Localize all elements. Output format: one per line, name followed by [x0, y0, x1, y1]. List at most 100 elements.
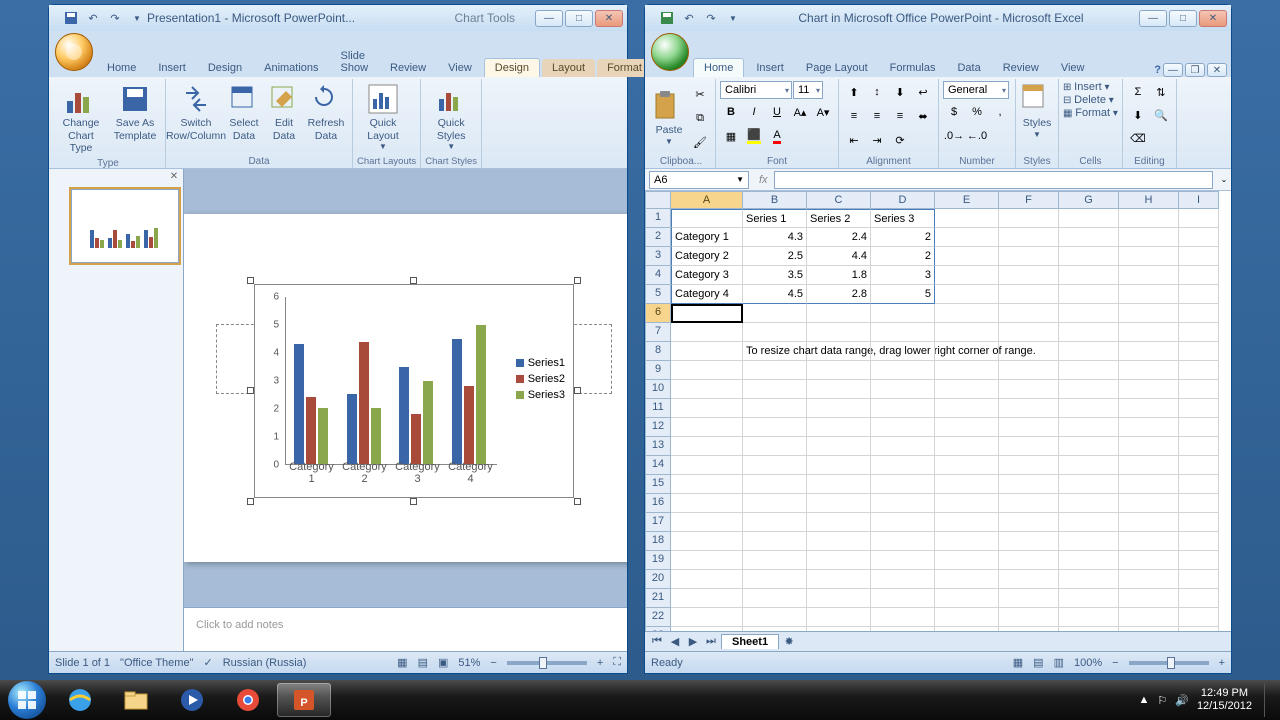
cell-H21[interactable] — [1119, 589, 1179, 608]
cell-G22[interactable] — [1059, 608, 1119, 627]
cell-D18[interactable] — [871, 532, 935, 551]
normal-view-icon[interactable]: ▦ — [1013, 656, 1023, 669]
cell-I12[interactable] — [1179, 418, 1219, 437]
slide-thumbnail-1[interactable] — [71, 189, 179, 263]
tab-home[interactable]: Home — [97, 59, 146, 77]
cell-G21[interactable] — [1059, 589, 1119, 608]
minimize-button[interactable]: — — [535, 10, 563, 27]
formula-input[interactable] — [774, 171, 1213, 189]
zoom-slider[interactable] — [1129, 661, 1209, 665]
tab-design[interactable]: Design — [484, 58, 540, 77]
cell-B12[interactable] — [743, 418, 807, 437]
cell-H7[interactable] — [1119, 323, 1179, 342]
cell-I6[interactable] — [1179, 304, 1219, 323]
cell-B17[interactable] — [743, 513, 807, 532]
align-bottom-icon[interactable]: ⬇ — [889, 81, 911, 103]
cell-F2[interactable] — [999, 228, 1059, 247]
find-select-icon[interactable]: 🔍 — [1150, 104, 1172, 126]
cell-F19[interactable] — [999, 551, 1059, 570]
cell-H9[interactable] — [1119, 361, 1179, 380]
fit-to-window-icon[interactable]: ⛶ — [613, 656, 621, 669]
cell-G18[interactable] — [1059, 532, 1119, 551]
col-header-C[interactable]: C — [807, 191, 871, 209]
cell-C15[interactable] — [807, 475, 871, 494]
fill-color-icon[interactable]: ⬛ — [743, 125, 765, 147]
cell-H11[interactable] — [1119, 399, 1179, 418]
cell-E13[interactable] — [935, 437, 999, 456]
cell-G9[interactable] — [1059, 361, 1119, 380]
cell-C14[interactable] — [807, 456, 871, 475]
cell-A7[interactable] — [671, 323, 743, 342]
cell-D13[interactable] — [871, 437, 935, 456]
expand-formula-bar-icon[interactable]: ⌄ — [1217, 175, 1231, 184]
cell-G7[interactable] — [1059, 323, 1119, 342]
cell-B11[interactable] — [743, 399, 807, 418]
cell-H10[interactable] — [1119, 380, 1179, 399]
cell-A4[interactable]: Category 3 — [671, 266, 743, 285]
col-header-B[interactable]: B — [743, 191, 807, 209]
cell-H13[interactable] — [1119, 437, 1179, 456]
chart-object[interactable]: 0123456Series1Series2Series3Category 1Ca… — [254, 284, 574, 498]
font-name-combo[interactable]: Calibri — [720, 81, 792, 99]
cell-H22[interactable] — [1119, 608, 1179, 627]
cell-I16[interactable] — [1179, 494, 1219, 513]
cell-D12[interactable] — [871, 418, 935, 437]
cell-C20[interactable] — [807, 570, 871, 589]
row-header-21[interactable]: 21 — [645, 589, 671, 608]
cell-B20[interactable] — [743, 570, 807, 589]
cell-C19[interactable] — [807, 551, 871, 570]
cell-C17[interactable] — [807, 513, 871, 532]
cell-B22[interactable] — [743, 608, 807, 627]
cell-G8[interactable] — [1059, 342, 1119, 361]
underline-icon[interactable]: U — [766, 101, 788, 123]
action-center-icon[interactable]: ⚐ — [1157, 694, 1167, 707]
cell-B21[interactable] — [743, 589, 807, 608]
zoom-slider[interactable] — [507, 661, 587, 665]
cell-E15[interactable] — [935, 475, 999, 494]
status-language[interactable]: Russian (Russia) — [223, 657, 307, 669]
cell-B6[interactable] — [743, 304, 807, 323]
save-icon[interactable] — [61, 8, 81, 28]
sort-filter-icon[interactable]: ⇅ — [1150, 81, 1172, 103]
cell-C10[interactable] — [807, 380, 871, 399]
select-all-corner[interactable] — [645, 191, 671, 209]
workbook-restore-button[interactable]: ❐ — [1185, 63, 1205, 77]
cell-G15[interactable] — [1059, 475, 1119, 494]
cell-E19[interactable] — [935, 551, 999, 570]
cell-H16[interactable] — [1119, 494, 1179, 513]
copy-icon[interactable]: ⧉ — [689, 107, 711, 129]
tab-design[interactable]: Design — [198, 59, 252, 77]
cell-I7[interactable] — [1179, 323, 1219, 342]
zoom-in-icon[interactable]: + — [1219, 657, 1225, 669]
row-header-10[interactable]: 10 — [645, 380, 671, 399]
tab-view[interactable]: View — [1051, 59, 1095, 77]
align-top-icon[interactable]: ⬆ — [843, 81, 865, 103]
minimize-button[interactable]: — — [1139, 10, 1167, 27]
comma-icon[interactable]: , — [989, 101, 1011, 123]
redo-icon[interactable]: ↷ — [701, 8, 721, 28]
cell-I18[interactable] — [1179, 532, 1219, 551]
cell-E18[interactable] — [935, 532, 999, 551]
cell-B3[interactable]: 2.5 — [743, 247, 807, 266]
font-size-combo[interactable]: 11 — [793, 81, 823, 99]
cell-H17[interactable] — [1119, 513, 1179, 532]
delete-cells-button[interactable]: ⊟ Delete ▾ — [1063, 94, 1114, 106]
align-left-icon[interactable]: ≡ — [843, 105, 865, 127]
cell-A15[interactable] — [671, 475, 743, 494]
cell-B10[interactable] — [743, 380, 807, 399]
zoom-out-icon[interactable]: − — [490, 657, 496, 669]
next-sheet-icon[interactable]: ▶ — [685, 635, 701, 649]
taskbar-wmp-icon[interactable] — [165, 683, 219, 717]
cell-G19[interactable] — [1059, 551, 1119, 570]
cell-F7[interactable] — [999, 323, 1059, 342]
col-header-E[interactable]: E — [935, 191, 999, 209]
qat-dropdown-icon[interactable]: ▼ — [723, 8, 743, 28]
align-center-icon[interactable]: ≡ — [866, 105, 888, 127]
borders-icon[interactable]: ▦ — [720, 125, 742, 147]
cell-A18[interactable] — [671, 532, 743, 551]
save-icon[interactable] — [657, 8, 677, 28]
prev-sheet-icon[interactable]: ◀ — [667, 635, 683, 649]
cell-G2[interactable] — [1059, 228, 1119, 247]
cell-I11[interactable] — [1179, 399, 1219, 418]
cell-B15[interactable] — [743, 475, 807, 494]
